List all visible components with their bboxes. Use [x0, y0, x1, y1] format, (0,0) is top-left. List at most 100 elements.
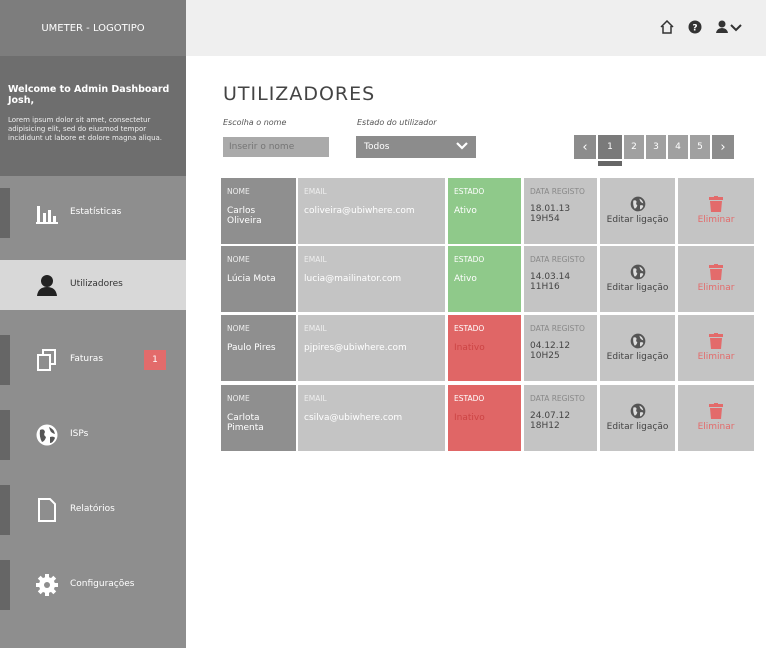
status-cell: ESTADO Inativo	[448, 315, 521, 381]
email-cell: EMAIL coliveira@ubiwhere.com	[298, 178, 445, 244]
sidebar-item-relatorios[interactable]: Relatórios	[0, 485, 186, 535]
chevron-right-icon: ›	[720, 139, 726, 155]
user-menu-icon[interactable]	[716, 20, 742, 38]
status-header: ESTADO	[454, 324, 485, 333]
delete-button[interactable]: Eliminar	[678, 315, 754, 381]
trash-icon	[684, 264, 748, 283]
date-cell: DATA REGISTO 18.01.13 19H54	[524, 178, 597, 244]
trash-icon	[684, 403, 748, 422]
date-header: DATA REGISTO	[530, 394, 585, 403]
name-search-input[interactable]	[223, 137, 329, 157]
page-5-button[interactable]: 5	[690, 135, 710, 159]
register-time: 11H16	[530, 282, 560, 292]
name-cell: NOME Lúcia Mota	[221, 246, 296, 312]
chevron-down-icon	[456, 141, 468, 153]
register-date: 18.01.13	[530, 204, 571, 214]
edit-link-button[interactable]: Editar ligação	[600, 385, 675, 451]
nav-indicator	[0, 485, 10, 535]
date-cell: DATA REGISTO 24.07.12 18H12	[524, 385, 597, 451]
name-header: NOME	[227, 187, 250, 196]
estado-select[interactable]: Todos	[356, 136, 476, 158]
edit-link-button[interactable]: Editar ligação	[600, 178, 675, 244]
file-icon	[35, 498, 59, 522]
sidebar-item-label: Relatórios	[70, 504, 115, 514]
welcome-title: Welcome to Admin Dashboard Josh,	[8, 84, 170, 106]
documents-icon	[35, 348, 59, 372]
globe-icon	[606, 264, 669, 283]
user-email: coliveira@ubiwhere.com	[304, 206, 415, 216]
delete-label: Eliminar	[697, 283, 735, 293]
sidebar-item-estatisticas[interactable]: Estatísticas	[0, 188, 186, 238]
status-badge: Inativo	[454, 413, 485, 423]
name-cell: NOME Carlos Oliveira	[221, 178, 296, 244]
page-1-button[interactable]: 1	[598, 135, 622, 166]
globe-icon	[35, 423, 59, 447]
delete-label: Eliminar	[697, 352, 735, 362]
globe-icon	[606, 196, 669, 215]
globe-icon	[606, 333, 669, 352]
user-email: pjpires@ubiwhere.com	[304, 343, 407, 353]
next-page-button[interactable]: ›	[712, 135, 734, 159]
top-bar: ?	[186, 0, 766, 56]
estado-select-value: Todos	[364, 142, 390, 152]
home-icon[interactable]	[660, 19, 674, 38]
status-header: ESTADO	[454, 255, 485, 264]
user-name: Carlos Oliveira	[227, 206, 262, 226]
delete-label: Eliminar	[697, 215, 735, 225]
edit-link-label: Editar ligação	[606, 283, 669, 293]
page-2-button[interactable]: 2	[624, 135, 644, 159]
email-header: EMAIL	[304, 255, 327, 264]
status-badge: Ativo	[454, 274, 477, 284]
welcome-panel: Welcome to Admin Dashboard Josh, Lorem i…	[0, 56, 186, 176]
status-cell: ESTADO Ativo	[448, 246, 521, 312]
prev-page-button[interactable]: ‹	[574, 135, 596, 159]
email-header: EMAIL	[304, 187, 327, 196]
edit-link-button[interactable]: Editar ligação	[600, 246, 675, 312]
pagination: ‹ 1 2 3 4 5 ›	[574, 135, 734, 166]
name-filter-label: Escolha o nome	[223, 118, 287, 127]
sidebar-item-label: Faturas	[70, 354, 104, 364]
edit-link-label: Editar ligação	[606, 422, 669, 432]
delete-label: Eliminar	[697, 422, 735, 432]
user-name: Lúcia Mota	[227, 274, 276, 284]
page-3-button[interactable]: 3	[646, 135, 666, 159]
user-name: Paulo Pires	[227, 343, 276, 353]
name-header: NOME	[227, 324, 250, 333]
date-header: DATA REGISTO	[530, 187, 585, 196]
delete-button[interactable]: Eliminar	[678, 246, 754, 312]
user-name: Carlota Pimenta	[227, 413, 264, 433]
nav-indicator	[0, 560, 10, 610]
welcome-text: Lorem ipsum dolor sit amet, consectetur …	[8, 116, 163, 142]
sidebar-item-configuracoes[interactable]: Configurações	[0, 560, 186, 610]
register-time: 19H54	[530, 214, 560, 224]
register-date: 14.03.14	[530, 272, 571, 282]
sidebar: UMETER - LOGOTIPO Welcome to Admin Dashb…	[0, 0, 186, 648]
nav-indicator	[0, 188, 10, 238]
register-time: 10H25	[530, 351, 560, 361]
chevron-left-icon: ‹	[582, 139, 588, 155]
logo[interactable]: UMETER - LOGOTIPO	[0, 0, 186, 56]
sidebar-item-label: ISPs	[70, 429, 89, 439]
register-date: 24.07.12	[530, 411, 571, 421]
delete-button[interactable]: Eliminar	[678, 385, 754, 451]
status-header: ESTADO	[454, 394, 485, 403]
notification-badge: 1	[144, 350, 166, 370]
name-header: NOME	[227, 394, 250, 403]
sidebar-item-label: Estatísticas	[70, 207, 122, 217]
edit-link-button[interactable]: Editar ligação	[600, 315, 675, 381]
gear-icon	[35, 573, 59, 597]
trash-icon	[684, 333, 748, 352]
top-icons: ?	[660, 19, 742, 38]
delete-button[interactable]: Eliminar	[678, 178, 754, 244]
sidebar-item-utilizadores[interactable]: Utilizadores	[0, 260, 186, 310]
edit-link-label: Editar ligação	[606, 352, 669, 362]
email-cell: EMAIL pjpires@ubiwhere.com	[298, 315, 445, 381]
status-cell: ESTADO Ativo	[448, 178, 521, 244]
sidebar-item-faturas[interactable]: Faturas 1	[0, 335, 186, 385]
page-4-button[interactable]: 4	[668, 135, 688, 159]
sidebar-item-label: Configurações	[70, 579, 135, 589]
status-badge: Inativo	[454, 343, 485, 353]
register-time: 18H12	[530, 421, 560, 431]
sidebar-item-isps[interactable]: ISPs	[0, 410, 186, 460]
help-icon[interactable]: ?	[688, 20, 702, 38]
